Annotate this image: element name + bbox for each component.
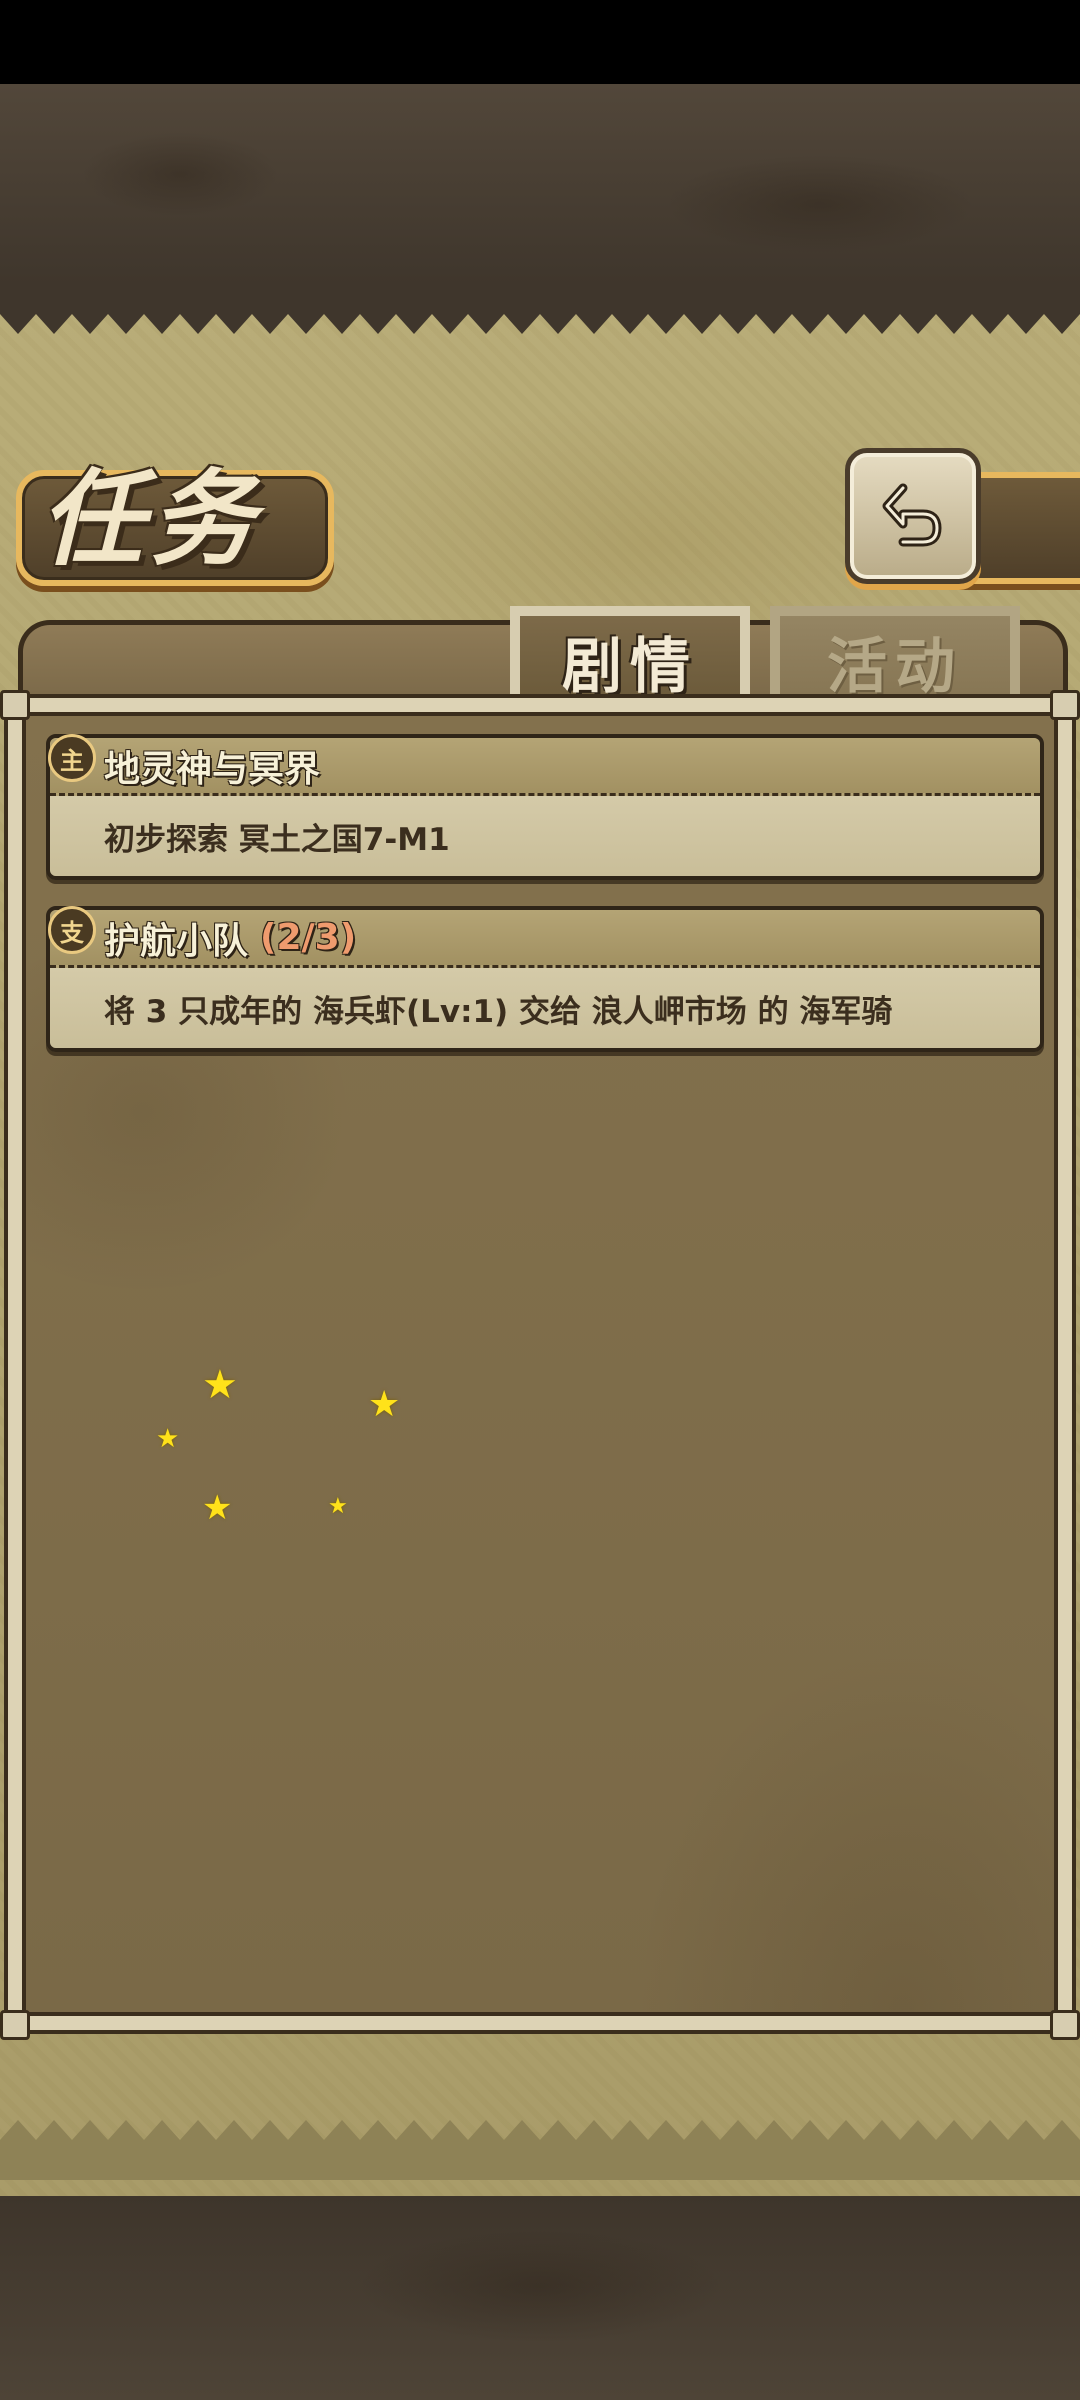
quest-item-side[interactable]: 护航小队 (2/3) 将 3 只成年的 海兵虾(Lv:1) 交给 浪人岬市场 的… [46, 906, 1044, 1052]
star-icon: ★ [202, 1362, 238, 1408]
tab-story[interactable]: 剧情 [510, 606, 750, 706]
torn-edge-top [0, 284, 1080, 334]
quest-title: 护航小队 [104, 920, 249, 962]
return-arrow-icon [882, 483, 942, 547]
star-icon: ★ [328, 1494, 348, 1519]
tab-event[interactable]: 活动 [770, 606, 1020, 706]
star-icon: ★ [156, 1424, 180, 1454]
quest-progress: (2/3) [260, 917, 357, 958]
status-bar [0, 0, 1080, 84]
quest-item-main[interactable]: 地灵神与冥界 初步探索 冥土之国7-M1 [46, 734, 1044, 880]
panel-corner [1050, 2010, 1080, 2040]
quest-description: 初步探索 冥土之国7-M1 [104, 821, 450, 858]
tab-event-label: 活动 [827, 631, 963, 702]
panel-corner [0, 2010, 30, 2040]
quest-description-bar: 初步探索 冥土之国7-M1 [50, 796, 1040, 876]
background-map-bottom [0, 2196, 1080, 2400]
star-icon: ★ [202, 1488, 233, 1528]
quest-list-panel [8, 698, 1072, 2030]
torn-edge-bottom [0, 2120, 1080, 2180]
page-title: 任务 [40, 458, 261, 580]
panel-corner [1050, 690, 1080, 720]
star-icon: ★ [368, 1384, 401, 1425]
back-button[interactable] [845, 448, 981, 584]
tab-story-label: 剧情 [562, 631, 698, 702]
quest-title-bar: 地灵神与冥界 [50, 738, 1040, 796]
background-map-top [0, 84, 1080, 284]
main-quest-icon: 主 [48, 734, 96, 782]
quest-description-bar: 将 3 只成年的 海兵虾(Lv:1) 交给 浪人岬市场 的 海军骑 [50, 968, 1040, 1048]
quest-title-bar: 护航小队 (2/3) [50, 910, 1040, 968]
quest-description: 将 3 只成年的 海兵虾(Lv:1) 交给 浪人岬市场 的 海军骑 [104, 993, 893, 1030]
panel-corner [0, 690, 30, 720]
quest-title: 地灵神与冥界 [104, 748, 321, 790]
side-quest-icon: 支 [48, 906, 96, 954]
